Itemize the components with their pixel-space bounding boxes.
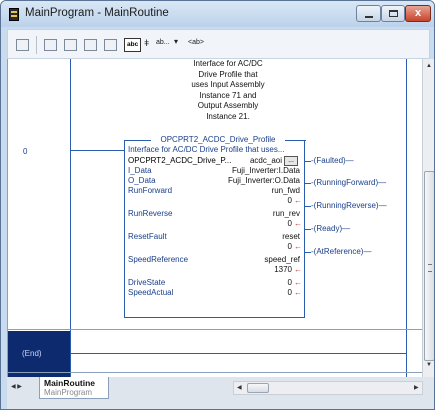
tag-address-toggle[interactable]: <ab>: [188, 39, 204, 46]
rung-divider: [8, 372, 423, 373]
end-label: (End): [22, 349, 42, 358]
aoi-row-value: 0: [287, 278, 292, 287]
add-branch-level-icon[interactable]: [84, 39, 97, 51]
zoom-icon[interactable]: ǂ: [144, 38, 149, 48]
aoi-row-live-value: 1370: [274, 265, 292, 274]
ladder-editor[interactable]: Interface for AC/DC Drive Profile that u…: [7, 59, 423, 377]
value-arrow-icon: ←: [294, 265, 302, 274]
aoi-row: DriveState: [128, 278, 166, 287]
title-bar[interactable]: MainProgram - MainRoutine x: [1, 1, 434, 27]
aoi-row-live-value: 0: [287, 196, 292, 205]
tab-scroll-icon[interactable]: ◀ ▶: [11, 383, 22, 390]
add-rung-icon[interactable]: [44, 39, 57, 51]
rung-comment-toggle[interactable]: ab...: [156, 39, 170, 46]
aoi-row: SpeedActual: [128, 288, 174, 297]
aoi-row-value[interactable]: Fuji_Inverter:O.Data: [198, 176, 300, 185]
aoi-row-value[interactable]: run_rev: [208, 209, 300, 218]
comment-line: Instance 21.: [206, 111, 250, 121]
aoi-row-live-value: 0: [287, 242, 292, 251]
output-ready: -(Ready)—: [311, 224, 351, 233]
aoi-row-value[interactable]: acdc_aoi: [208, 156, 282, 165]
comment-line: Output Assembly: [197, 101, 259, 111]
comment-line: Drive Profile that: [198, 69, 258, 79]
add-instruction-icon[interactable]: [104, 39, 117, 51]
maximize-button[interactable]: [381, 5, 405, 22]
output-at-reference: -(AtReference)—: [311, 247, 372, 256]
value-arrow-icon: ←: [294, 196, 302, 205]
comment-line: uses Input Assembly: [191, 80, 265, 90]
aoi-row: RunForward: [128, 186, 173, 195]
scroll-down-icon[interactable]: ▼: [426, 362, 432, 368]
scroll-up-icon[interactable]: ▲: [426, 63, 432, 69]
toolbar-separator: [36, 36, 37, 54]
maximize-icon: [389, 10, 398, 17]
rung-divider: [8, 329, 423, 330]
horizontal-scrollbar[interactable]: ◀ ▶: [233, 381, 423, 395]
ladder-toolbar: abc ǂ ab... ▾ <ab>: [7, 29, 430, 59]
window-title: MainProgram - MainRoutine: [25, 7, 169, 19]
aoi-row-value: 0: [287, 288, 292, 297]
rung-wire: [70, 150, 124, 151]
value-arrow-icon: ←: [294, 242, 302, 251]
chevron-down-icon[interactable]: ▾: [174, 37, 178, 46]
value-arrow-icon: ←: [294, 288, 302, 297]
comment-line: Instance 71 and: [199, 90, 257, 100]
aoi-row: ResetFault: [128, 232, 167, 241]
aoi-row: SpeedReference: [128, 255, 189, 264]
aoi-row-value[interactable]: run_fwd: [208, 186, 300, 195]
vertical-scroll-thumb[interactable]: [424, 171, 434, 361]
end-rung-wire: [70, 353, 406, 354]
tag-description-toggle[interactable]: abc: [124, 38, 142, 52]
rung-number[interactable]: 0: [23, 147, 27, 156]
tab-program-label: MainProgram: [44, 388, 93, 397]
aoi-row-value[interactable]: speed_ref: [208, 255, 300, 264]
aoi-row-value[interactable]: reset: [208, 232, 300, 241]
output-running-forward: -(RunningForward)—: [311, 178, 387, 187]
routine-window: MainProgram - MainRoutine x abc ǂ ab... …: [0, 0, 435, 410]
aoi-row-value[interactable]: Fuji_Inverter:I.Data: [198, 166, 300, 175]
close-icon: x: [414, 7, 422, 19]
close-button[interactable]: x: [405, 5, 431, 22]
tab-mainroutine[interactable]: MainRoutine MainProgram: [39, 377, 109, 399]
minimize-button[interactable]: [356, 5, 381, 22]
vertical-scrollbar[interactable]: ▲ ▼: [422, 59, 434, 377]
scroll-right-icon[interactable]: ▶: [414, 384, 419, 391]
minimize-icon: [365, 16, 373, 18]
routine-tab-bar: ◀ ▶ MainRoutine MainProgram ◀ ▶: [7, 377, 434, 409]
aoi-row-live-value: 0: [287, 219, 292, 228]
verify-routine-icon[interactable]: [16, 39, 29, 51]
output-running-reverse: -(RunningReverse)—: [311, 201, 387, 210]
end-rung[interactable]: (End): [8, 331, 70, 377]
rung-comment: Interface for AC/DC Drive Profile that u…: [168, 59, 288, 123]
horizontal-scroll-thumb[interactable]: [247, 383, 269, 393]
value-arrow-icon: ←: [294, 219, 302, 228]
scroll-left-icon[interactable]: ◀: [237, 384, 242, 391]
aoi-description: Interface for AC/DC Drive Profile that u…: [128, 145, 285, 154]
aoi-row: RunReverse: [128, 209, 173, 218]
value-arrow-icon: ←: [294, 278, 302, 287]
aoi-row: I_Data: [128, 166, 152, 175]
add-branch-icon[interactable]: [64, 39, 77, 51]
output-faulted: -(Faulted)—: [311, 156, 354, 165]
tab-routine-label: MainRoutine: [44, 378, 95, 388]
aoi-name: OPCPRT2_ACDC_Drive_Profile: [160, 135, 276, 144]
ladder-logic-icon: [9, 8, 19, 21]
comment-line: Interface for AC/DC: [193, 59, 263, 68]
aoi-row: O_Data: [128, 176, 156, 185]
aoi-properties-button[interactable]: ...: [284, 156, 298, 166]
